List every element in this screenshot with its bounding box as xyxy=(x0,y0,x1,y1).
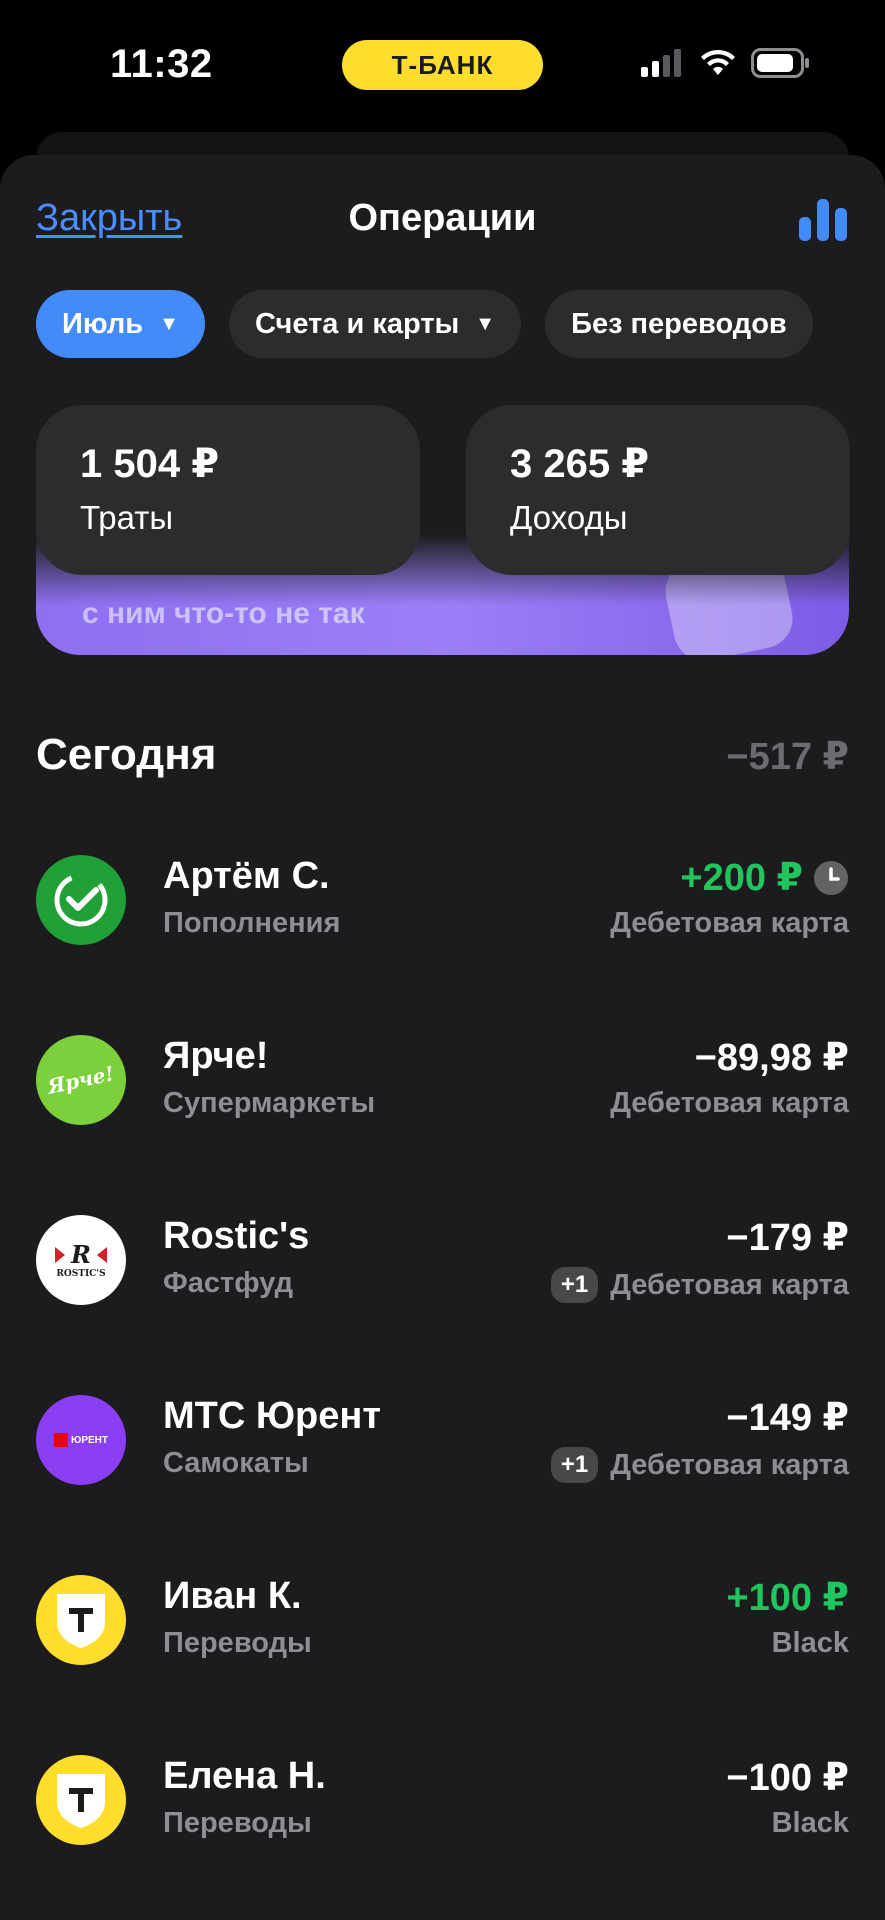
status-bar: 11:32 Т-БАНК xyxy=(0,0,885,130)
operation-name: Елена Н. xyxy=(163,1755,326,1797)
operation-row[interactable]: R ROSTIC'S Rostic's Фастфуд −179 ₽ +1 Де… xyxy=(0,1185,885,1365)
mts-square-icon xyxy=(54,1433,68,1447)
spending-label: Траты xyxy=(80,499,174,536)
yurent-logo-text: ЮРЕНТ xyxy=(71,1434,108,1446)
operations-screen: 11:32 Т-БАНК Закрыть Операции Июль ▼ Сче… xyxy=(0,0,885,1920)
operation-account: Black xyxy=(772,1807,849,1840)
operation-name: МТС Юрент xyxy=(163,1395,381,1437)
operation-amount-value: −89,98 ₽ xyxy=(694,1037,849,1079)
day-header: Сегодня −517 ₽ xyxy=(36,730,849,790)
extra-count-badge: +1 xyxy=(550,1267,599,1303)
operation-category: Переводы xyxy=(163,1627,312,1659)
sber-logo-icon xyxy=(36,855,126,945)
operation-account-label: Дебетовая карта xyxy=(610,907,849,939)
operation-amount: −179 ₽ xyxy=(726,1215,849,1260)
operation-row[interactable]: Ярче! Ярче! Супермаркеты −89,98 ₽ Дебето… xyxy=(0,1005,885,1185)
clock-icon xyxy=(814,860,848,895)
operation-account: +1 Дебетовая карта xyxy=(550,1267,849,1303)
filter-bar: Июль ▼ Счета и карты ▼ Без переводов xyxy=(36,290,813,358)
operation-amount: +200 ₽ xyxy=(680,855,849,900)
filter-accounts-label: Счета и карты xyxy=(254,307,460,340)
operation-account: Black xyxy=(772,1627,849,1660)
operation-amount: −100 ₽ xyxy=(726,1755,849,1800)
yurent-logo-icon: ЮРЕНТ xyxy=(36,1395,126,1485)
operations-list: Артём С. Пополнения +200 ₽ Дебетовая кар… xyxy=(0,825,885,1905)
operation-row[interactable]: Артём С. Пополнения +200 ₽ Дебетовая кар… xyxy=(0,825,885,1005)
operation-name: Ярче! xyxy=(163,1035,269,1077)
operation-amount-value: −179 ₽ xyxy=(726,1217,849,1259)
operation-row[interactable]: ЮРЕНТ МТС Юрент Самокаты −149 ₽ +1 Дебет… xyxy=(0,1365,885,1545)
filter-accounts[interactable]: Счета и карты ▼ xyxy=(228,290,522,358)
operation-account: +1 Дебетовая карта xyxy=(550,1447,849,1483)
extra-count-badge: +1 xyxy=(550,1447,599,1483)
operation-account-label: Дебетовая карта xyxy=(610,1268,849,1301)
operation-category: Самокаты xyxy=(163,1447,309,1479)
operation-account: Дебетовая карта xyxy=(610,1087,849,1120)
operation-amount-value: +100 ₽ xyxy=(726,1577,849,1619)
operation-name: Иван К. xyxy=(163,1575,302,1617)
operation-amount: +100 ₽ xyxy=(726,1575,849,1620)
filter-no-transfers[interactable]: Без переводов xyxy=(545,290,813,358)
tbank-shield-icon xyxy=(36,1575,126,1665)
day-sum: −517 ₽ xyxy=(726,736,849,778)
rostics-logo-icon: R ROSTIC'S xyxy=(36,1215,126,1305)
spending-card[interactable]: 1 504 ₽ Траты xyxy=(36,405,420,575)
operation-account: Дебетовая карта xyxy=(610,907,849,940)
income-label: Доходы xyxy=(510,499,628,536)
operation-name: Rostic's xyxy=(163,1215,310,1257)
sheet-header: Закрыть Операции xyxy=(0,155,885,285)
operation-account-label: Black xyxy=(771,1627,849,1659)
rostics-logo-text: ROSTIC'S xyxy=(56,1269,106,1279)
operation-row[interactable]: Елена Н. Переводы −100 ₽ Black xyxy=(0,1725,885,1905)
income-card[interactable]: 3 265 ₽ Доходы xyxy=(466,405,850,575)
operation-account-label: Дебетовая карта xyxy=(610,1087,849,1119)
page-title: Операции xyxy=(348,197,537,239)
operation-account-label: Дебетовая карта xyxy=(610,1448,849,1481)
operation-account-label: Black xyxy=(771,1807,849,1839)
spending-amount: 1 504 ₽ xyxy=(80,442,220,486)
filter-month-label: Июль xyxy=(62,307,144,340)
income-amount: 3 265 ₽ xyxy=(510,442,650,486)
bar-chart-icon[interactable] xyxy=(799,199,847,241)
chevron-down-icon: ▼ xyxy=(475,312,496,335)
operation-category: Переводы xyxy=(163,1807,312,1839)
operation-category: Фастфуд xyxy=(163,1267,294,1299)
bank-name-pill: Т-БАНК xyxy=(342,40,543,90)
status-icons xyxy=(641,48,811,78)
operation-amount: −149 ₽ xyxy=(726,1395,849,1440)
operation-amount-value: −100 ₽ xyxy=(726,1757,849,1799)
operation-amount: −89,98 ₽ xyxy=(695,1035,849,1080)
operation-category: Супермаркеты xyxy=(163,1087,376,1119)
operation-amount-value: −149 ₽ xyxy=(726,1397,849,1439)
operation-row[interactable]: Иван К. Переводы +100 ₽ Black xyxy=(0,1545,885,1725)
operation-category: Пополнения xyxy=(163,907,341,939)
operations-sheet: Закрыть Операции Июль ▼ Счета и карты ▼ … xyxy=(0,155,885,1920)
totals-row: 1 504 ₽ Траты 3 265 ₽ Доходы xyxy=(36,405,850,575)
svg-text:R: R xyxy=(70,1241,91,1269)
signal-icon xyxy=(641,49,681,77)
yarche-logo-text: Ярче! xyxy=(45,1061,117,1099)
status-time: 11:32 xyxy=(110,42,213,86)
yarche-logo-icon: Ярче! xyxy=(36,1035,126,1125)
tbank-shield-icon xyxy=(36,1755,126,1845)
day-title: Сегодня xyxy=(36,730,217,779)
filter-month[interactable]: Июль ▼ xyxy=(36,290,205,358)
filter-no-transfers-label: Без переводов xyxy=(571,307,787,340)
operation-amount-value: +200 ₽ xyxy=(680,857,803,899)
wifi-icon xyxy=(701,49,735,75)
battery-icon xyxy=(751,48,809,78)
operation-name: Артём С. xyxy=(163,855,330,897)
chevron-down-icon: ▼ xyxy=(159,312,179,335)
